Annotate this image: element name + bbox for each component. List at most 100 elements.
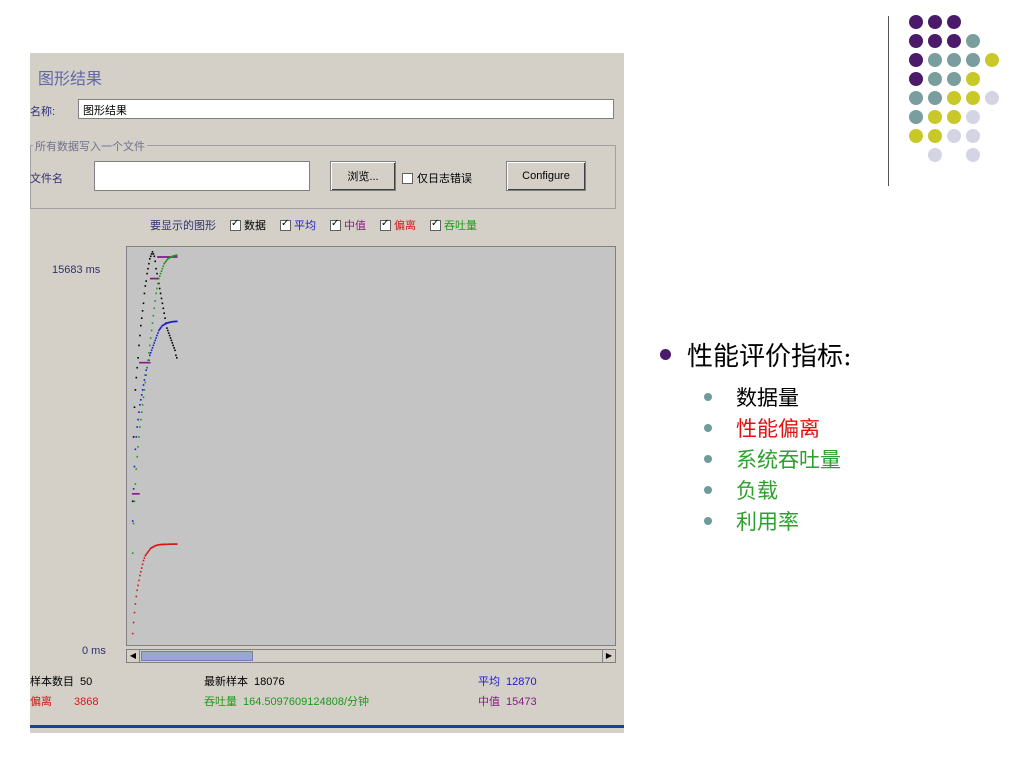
plot-point: [176, 357, 178, 359]
stat-median-value: 15473: [506, 696, 537, 708]
decorative-divider: [888, 16, 889, 186]
plot-point: [140, 399, 142, 401]
checkbox-icon[interactable]: [230, 218, 241, 231]
stat-average-value: 12870: [506, 676, 537, 688]
plot-point: [138, 579, 140, 582]
plot-point: [140, 324, 142, 327]
option-median-label: 中值: [344, 220, 366, 232]
horizontal-scrollbar[interactable]: ◀ ▶: [126, 649, 616, 663]
plot-point: [138, 493, 140, 495]
checkbox-icon[interactable]: [430, 218, 441, 231]
plot-point: [158, 277, 160, 280]
log-errors-checkbox[interactable]: 仅日志错误: [402, 170, 472, 186]
plot-point: [150, 329, 153, 332]
decorative-dot: [947, 129, 961, 143]
plot-point: [174, 349, 176, 352]
plot-point: [134, 389, 137, 391]
panel-title: 图形结果: [38, 71, 103, 88]
checkbox-icon[interactable]: [280, 218, 291, 231]
plot-point: [143, 292, 146, 295]
decorative-dot: [966, 34, 980, 48]
plot-point: [137, 418, 139, 421]
plot-point: [138, 344, 140, 347]
plot-point: [154, 300, 156, 302]
decorative-dot: [947, 15, 961, 29]
sub-bullet-label: 数据量: [736, 385, 799, 410]
file-label: 文件名: [30, 173, 63, 185]
plot-point: [149, 255, 152, 258]
plot-point: [153, 307, 156, 310]
stat-samples: 样本数目 50: [30, 673, 92, 689]
plot-point: [159, 292, 162, 295]
decorative-dot: [909, 53, 923, 67]
plot-point: [176, 320, 178, 323]
browse-button[interactable]: 浏览...: [330, 161, 396, 191]
plot-point: [140, 317, 143, 319]
stat-median-label: 中值: [478, 696, 500, 708]
checkbox-icon[interactable]: [380, 218, 391, 231]
plot-point: [139, 426, 141, 428]
option-median[interactable]: 中值: [330, 217, 366, 233]
filename-input[interactable]: [94, 161, 310, 191]
option-deviation[interactable]: 偏离: [380, 217, 416, 233]
decorative-dot: [966, 148, 980, 162]
plot-point: [152, 253, 155, 255]
plot-point: [138, 436, 140, 438]
plot-point: [134, 448, 137, 451]
plot-point: [145, 369, 147, 371]
plot-point: [145, 280, 147, 282]
option-average-label: 平均: [294, 220, 316, 232]
option-throughput[interactable]: 吞吐量: [430, 217, 477, 233]
configure-button[interactable]: Configure: [506, 161, 586, 191]
plot-point: [153, 255, 156, 258]
plot-point: [150, 253, 153, 255]
plot-point: [153, 342, 156, 344]
plot-point: [158, 287, 161, 290]
plot-point: [166, 327, 168, 329]
stat-throughput-value: 164.5097609124808/分钟: [243, 696, 369, 708]
decorative-dot: [947, 53, 961, 67]
plot-point: [147, 267, 149, 270]
scroll-left-icon[interactable]: ◀: [127, 650, 140, 662]
plot-point: [155, 337, 157, 339]
decorative-dot: [966, 91, 980, 105]
plot-point: [149, 352, 152, 354]
checkbox-icon[interactable]: [330, 218, 341, 231]
plot-point: [140, 571, 142, 573]
name-input[interactable]: 图形结果: [78, 99, 614, 119]
plot-point: [151, 322, 154, 324]
plot-point: [150, 349, 153, 352]
plot-point: [175, 354, 177, 357]
plot-point: [168, 334, 171, 337]
bullet-icon: [704, 392, 712, 401]
decorative-dot: [928, 110, 942, 124]
plot-point: [169, 337, 172, 339]
plot-point: [144, 285, 147, 287]
stat-latest-value: 18076: [254, 676, 285, 688]
plot-point: [143, 389, 146, 391]
plot-point: [135, 436, 138, 438]
plot-point: [137, 584, 139, 587]
plot-point: [141, 404, 144, 406]
checkbox-icon[interactable]: [402, 172, 413, 184]
stat-throughput: 吞吐量 164.5097609124808/分钟: [204, 693, 369, 709]
display-label: 要显示的图形: [150, 220, 216, 232]
plot-point: [155, 267, 157, 270]
plot-point: [160, 297, 163, 300]
plot-point: [132, 488, 135, 490]
bullet-icon: [704, 423, 712, 432]
stat-samples-label: 样本数目: [30, 676, 74, 688]
option-data[interactable]: 数据: [230, 217, 266, 233]
plot-point: [144, 381, 147, 384]
bullet-icon: [704, 516, 712, 525]
sub-bullet-0: 数据量: [704, 381, 852, 412]
plot-point: [156, 277, 158, 280]
scroll-right-icon[interactable]: ▶: [602, 650, 615, 662]
plot-point: [135, 376, 138, 379]
option-average[interactable]: 平均: [280, 217, 316, 233]
plot-point: [171, 342, 174, 344]
scroll-thumb[interactable]: [141, 651, 253, 661]
plot-point: [134, 483, 137, 485]
graph-plot-area: [126, 246, 616, 646]
plot-point: [152, 344, 155, 347]
